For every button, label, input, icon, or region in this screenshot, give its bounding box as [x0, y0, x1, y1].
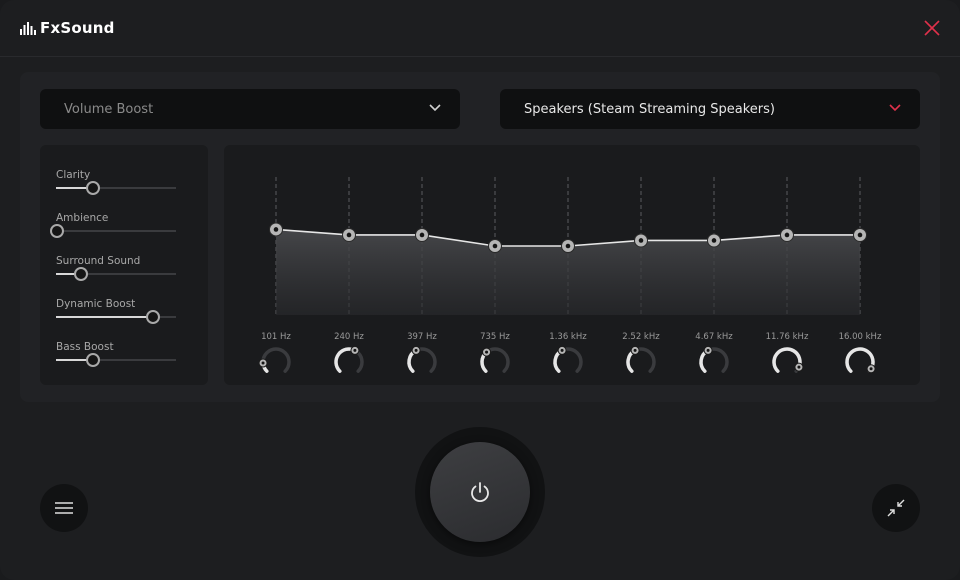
- bars-logo-icon: [20, 22, 36, 35]
- eq-frequency-label: 240 Hz: [334, 332, 364, 342]
- slider-thumb[interactable]: [50, 224, 64, 238]
- preset-dropdown[interactable]: Volume Boost: [40, 89, 460, 129]
- knob-indicator-center: [485, 350, 489, 354]
- effect-surround-sound: Surround Sound: [56, 255, 176, 295]
- slider-thumb[interactable]: [86, 353, 100, 367]
- band-fine-tune-knob[interactable]: [405, 345, 439, 379]
- preset-selected: Volume Boost: [64, 101, 154, 117]
- fxsound-window: FxSound Volume Boost Speakers (Steam Str…: [0, 0, 960, 580]
- band-fine-tune-knob[interactable]: [259, 345, 293, 379]
- eq-band-handle-center: [638, 238, 644, 243]
- app-name: FxSound: [40, 19, 115, 37]
- eq-band-handle-center: [565, 243, 571, 249]
- knob-track: [261, 347, 291, 373]
- knob-indicator-center: [633, 348, 637, 352]
- eq-frequency-label: 2.52 kHz: [622, 332, 660, 342]
- effect-label: Bass Boost: [56, 341, 114, 353]
- effect-label: Dynamic Boost: [56, 298, 136, 310]
- slider-thumb[interactable]: [86, 181, 100, 195]
- effect-label: Surround Sound: [56, 255, 141, 267]
- eq-band-handle-center: [492, 243, 498, 249]
- output-selected: Speakers (Steam Streaming Speakers): [524, 101, 775, 117]
- power-icon: [471, 482, 489, 503]
- eq-frequency-label: 397 Hz: [407, 332, 437, 342]
- knob-indicator-center: [706, 348, 710, 352]
- slider-track[interactable]: [56, 230, 176, 232]
- eq-frequency-label: 11.76 kHz: [765, 332, 809, 342]
- effects-panel: Clarity Ambience Surround Sound Dynamic Boo…: [40, 145, 208, 385]
- menu-button[interactable]: [40, 484, 88, 532]
- chevron-down-icon: [429, 104, 441, 112]
- hamburger-menu-icon: [55, 502, 73, 514]
- band-fine-tune-knob[interactable]: [843, 345, 877, 379]
- knob-indicator-center: [353, 348, 357, 352]
- compact-view-button[interactable]: [872, 484, 920, 532]
- eq-band-handle-center: [419, 232, 425, 238]
- effect-ambience: Ambience: [50, 212, 176, 252]
- eq-band-handle-center: [711, 238, 717, 243]
- compact-view-icon: [887, 499, 905, 517]
- knob-indicator-center: [797, 365, 801, 369]
- eq-band-handle-center: [346, 232, 352, 238]
- eq-frequency-label: 101 Hz: [261, 332, 291, 342]
- close-icon[interactable]: [922, 18, 942, 38]
- chevron-down-icon: [889, 104, 901, 112]
- title-bar: FxSound: [0, 0, 960, 57]
- effect-bass-boost: Bass Boost: [56, 341, 176, 381]
- knob-indicator-center: [261, 361, 265, 365]
- effect-label: Clarity: [56, 169, 91, 181]
- band-fine-tune-knob[interactable]: [478, 345, 512, 379]
- eq-frequency-label: 16.00 kHz: [838, 332, 882, 342]
- eq-band-handle-center: [273, 227, 279, 232]
- eq-frequency-label: 4.67 kHz: [695, 332, 733, 342]
- power-button[interactable]: [430, 442, 530, 542]
- band-fine-tune-knob[interactable]: [551, 345, 585, 379]
- knob-indicator-center: [869, 367, 873, 371]
- output-device-dropdown[interactable]: Speakers (Steam Streaming Speakers): [500, 89, 920, 129]
- effect-dynamic-boost: Dynamic Boost: [56, 298, 176, 338]
- eq-band-handle-center: [784, 232, 790, 238]
- eq-band-handle-center: [857, 232, 863, 238]
- band-fine-tune-knob[interactable]: [332, 345, 366, 379]
- app-logo: FxSound: [20, 19, 115, 37]
- eq-frequency-label: 735 Hz: [480, 332, 510, 342]
- band-fine-tune-knob[interactable]: [624, 345, 658, 379]
- effect-label: Ambience: [56, 212, 109, 224]
- band-fine-tune-knob[interactable]: [770, 345, 804, 379]
- slider-thumb[interactable]: [146, 310, 160, 324]
- slider-thumb[interactable]: [74, 267, 88, 281]
- knob-indicator-center: [560, 348, 564, 352]
- slider-fill: [56, 316, 152, 318]
- eq-frequency-label: 1.36 kHz: [549, 332, 587, 342]
- effect-clarity: Clarity: [56, 169, 176, 209]
- equalizer-panel: 101 Hz 240 Hz 397 Hz 735 Hz 1.36 kHz 2.52 kHz…: [224, 145, 920, 385]
- knob-indicator-center: [414, 348, 418, 352]
- band-fine-tune-knob[interactable]: [697, 345, 731, 379]
